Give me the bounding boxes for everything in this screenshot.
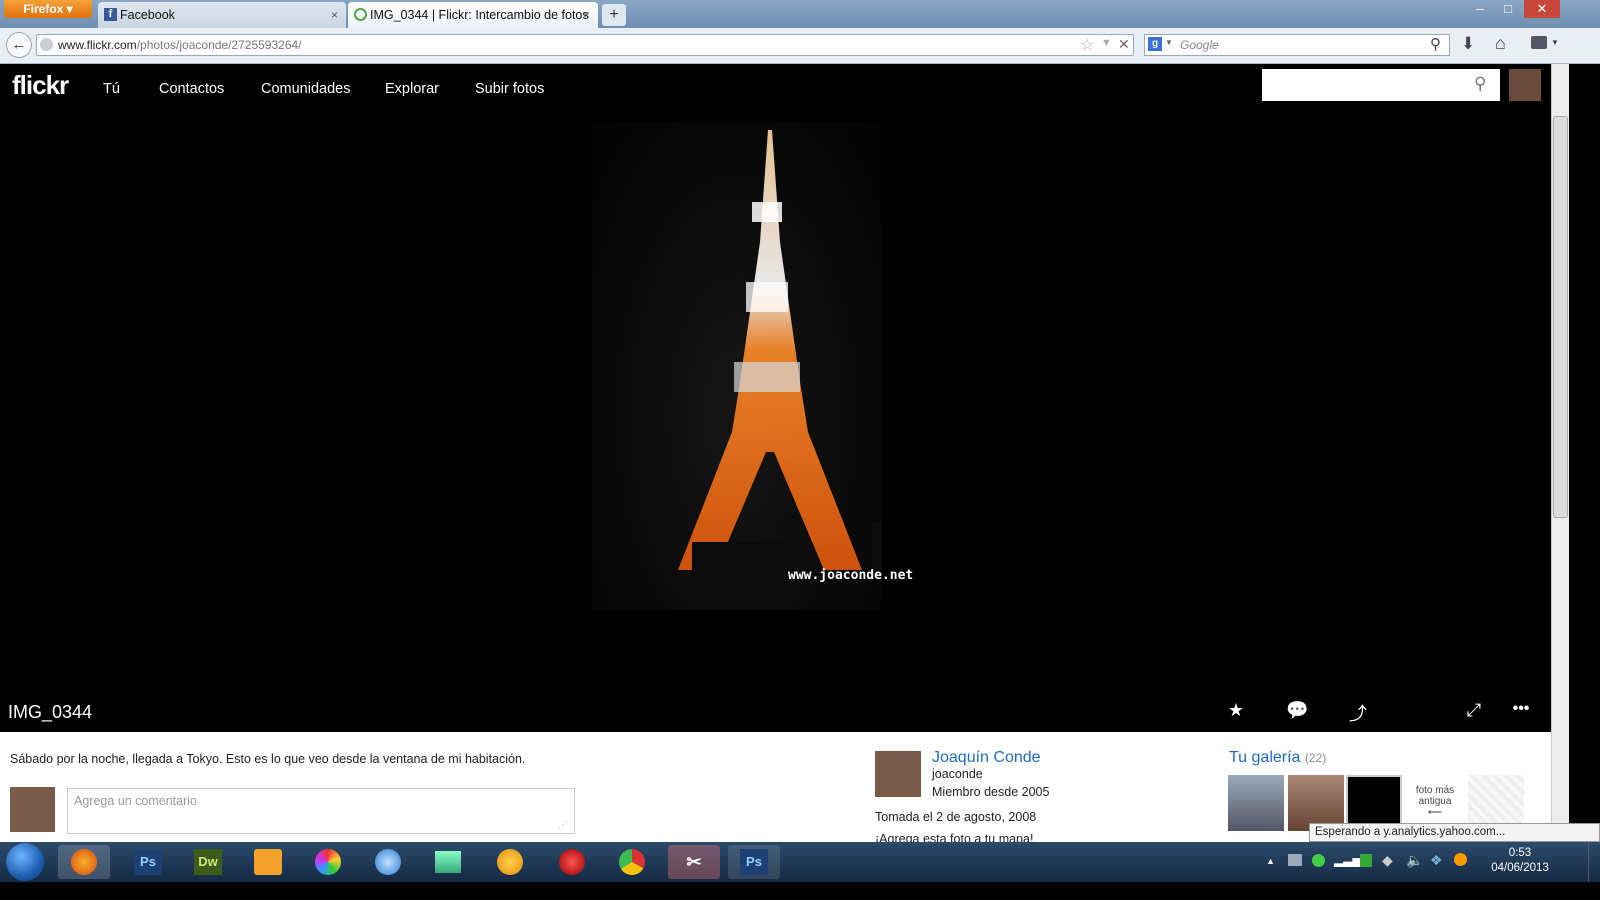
chrome-icon [619, 849, 645, 875]
taskbar-firefox[interactable] [58, 845, 110, 879]
addon-icon[interactable] [1531, 36, 1547, 49]
taskbar-safari[interactable] [362, 845, 414, 879]
search-go-icon[interactable]: ⚲ [1430, 35, 1441, 53]
tray-icon[interactable] [1312, 854, 1325, 867]
share-icon[interactable]: ⤴ [1347, 700, 1369, 724]
photo-title: IMG_0344 [8, 702, 93, 722]
firefox-icon [71, 849, 97, 875]
new-tab-button[interactable]: + [602, 4, 626, 26]
nav-explorar[interactable]: Explorar [385, 81, 439, 97]
close-window-button[interactable]: ✕ [1524, 0, 1560, 18]
favorite-star-icon[interactable]: ★ [1225, 700, 1247, 722]
taskbar-outlook[interactable] [242, 845, 294, 879]
taskbar-network-app[interactable] [422, 845, 474, 879]
bookmark-star-icon[interactable]: ☆ [1080, 35, 1094, 55]
more-options-icon[interactable]: ••• [1506, 700, 1536, 722]
nav-contactos[interactable]: Contactos [159, 81, 224, 97]
member-since: Miembro desde 2005 [932, 785, 1050, 799]
taskbar-snipping-tool[interactable]: ✂ [668, 845, 720, 879]
volume-icon[interactable]: 🔈 [1406, 852, 1423, 869]
url-text: www.flickr.com/photos/joaconde/272559326… [58, 38, 302, 52]
tray-icon[interactable] [1288, 854, 1302, 866]
addon-dropdown-icon[interactable]: ▼ [1551, 38, 1559, 47]
site-identity-icon[interactable] [40, 38, 53, 51]
tray-icon[interactable] [1454, 853, 1467, 866]
arrow-left-icon: ⟵ [1427, 807, 1443, 818]
nav-comunidades[interactable]: Comunidades [261, 81, 350, 97]
url-dropdown-icon[interactable]: ▼ [1101, 37, 1112, 49]
tray-icon[interactable]: ◆ [1382, 852, 1393, 869]
owner-avatar[interactable] [875, 751, 921, 797]
search-engine-dropdown-icon[interactable]: ▼ [1165, 38, 1173, 47]
back-arrow-icon: ← [11, 36, 27, 53]
resize-grip-icon[interactable]: ⋰ [558, 820, 568, 831]
media-icon [559, 849, 585, 875]
home-icon[interactable]: ⌂ [1495, 33, 1506, 54]
flickr-search-input[interactable] [1262, 69, 1500, 101]
search-icon[interactable]: ⚲ [1474, 74, 1486, 94]
photo-taken-date: Tomada el 2 de agosto, 2008 [875, 810, 1037, 824]
tab-flickr-photo[interactable]: IMG_0344 | Flickr: Intercambio de fotos … [348, 2, 598, 28]
search-engine-placeholder: Google [1180, 38, 1219, 52]
show-desktop-button[interactable] [1588, 842, 1600, 882]
tab-facebook[interactable]: f Facebook × [98, 2, 346, 28]
gallery-thumbnail[interactable] [1228, 775, 1284, 831]
outlook-icon [254, 849, 282, 875]
scissors-icon: ✂ [686, 852, 702, 872]
nav-subir-fotos[interactable]: Subir fotos [475, 81, 544, 97]
flickr-logo[interactable]: flickr [12, 70, 69, 101]
dreamweaver-icon: Dw [194, 849, 222, 875]
taskbar-picasa[interactable] [302, 845, 354, 879]
fullscreen-icon[interactable]: ⤢ [1463, 700, 1485, 722]
system-clock[interactable]: 0:53 04/06/2013 [1476, 846, 1564, 876]
facebook-icon: f [104, 8, 117, 21]
photoshop-icon: Ps [134, 849, 162, 875]
taskbar-dreamweaver[interactable]: Dw [182, 845, 234, 879]
stop-icon[interactable]: ✕ [1118, 36, 1130, 53]
computers-icon [435, 851, 461, 873]
show-hidden-icons[interactable]: ▲ [1266, 856, 1275, 866]
oldest-photo-link[interactable]: foto más antigua ⟵ [1408, 785, 1462, 818]
downloads-icon[interactable]: ⬇ [1461, 34, 1475, 54]
firefox-menu-button[interactable]: Firefox ▾ [4, 0, 92, 18]
dropbox-icon[interactable]: ❖ [1430, 852, 1443, 869]
tab-close-button[interactable]: × [583, 2, 590, 28]
taskbar-photoshop-2[interactable]: Ps [728, 845, 780, 879]
safari-icon [375, 849, 401, 875]
screen-border [0, 882, 1600, 900]
owner-username: joaconde [932, 767, 983, 781]
commenter-avatar [10, 787, 55, 832]
sun-icon [497, 849, 523, 875]
gallery-count: (22) [1304, 751, 1327, 765]
tab-close-button[interactable]: × [331, 2, 338, 28]
main-photo[interactable] [592, 122, 932, 610]
taskbar-photoshop[interactable]: Ps [122, 845, 174, 879]
start-button[interactable] [6, 843, 44, 881]
user-avatar[interactable] [1509, 69, 1541, 101]
tokyo-tower-image [678, 130, 932, 602]
photo-watermark: www.joaconde.net [788, 568, 914, 583]
back-button[interactable]: ← [6, 32, 32, 58]
owner-name-link[interactable]: Joaquín Conde [932, 749, 1041, 767]
minimize-button[interactable]: ‒ [1466, 0, 1494, 18]
taskbar-app[interactable] [546, 845, 598, 879]
maximize-button[interactable]: □ [1494, 0, 1522, 18]
gallery-title-link[interactable]: Tu galería (22) [1229, 749, 1326, 767]
nav-tu[interactable]: Tú [103, 81, 120, 97]
google-icon[interactable]: g [1148, 37, 1162, 51]
comment-icon[interactable]: 💬 [1286, 700, 1308, 722]
photo-description: Sábado por la noche, llegada a Tokyo. Es… [10, 752, 526, 766]
comment-input[interactable]: Agrega un comentario [67, 788, 575, 834]
loading-icon [354, 8, 367, 21]
photoshop-icon: Ps [740, 849, 768, 875]
picasa-icon [315, 849, 341, 875]
scrollbar-thumb[interactable] [1553, 116, 1568, 518]
taskbar-app[interactable] [484, 845, 536, 879]
signal-icon[interactable]: ▂▃▅ [1334, 853, 1362, 867]
taskbar-chrome[interactable] [606, 845, 658, 879]
browser-status-bar: Esperando a y.analytics.yahoo.com... [1309, 823, 1600, 842]
tray-icon[interactable] [1360, 854, 1372, 867]
